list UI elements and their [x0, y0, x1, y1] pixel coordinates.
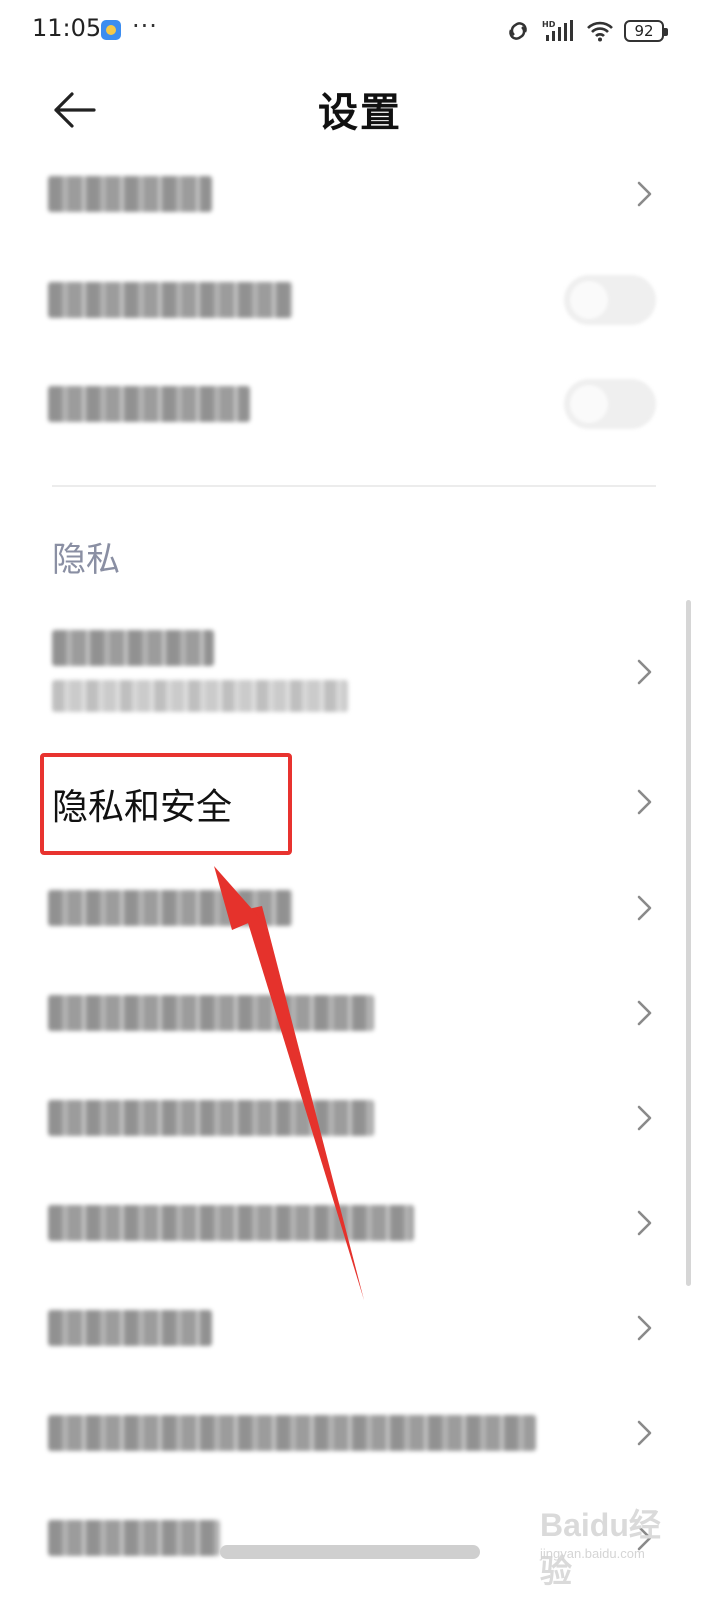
toggle-switch[interactable] — [564, 379, 656, 429]
chevron-right-icon — [637, 1420, 652, 1446]
chevron-right-icon — [637, 1210, 652, 1236]
more-notifications-icon: ··· — [132, 12, 158, 40]
chevron-right-icon — [637, 1105, 652, 1131]
watermark-url: jingyan.baidu.com — [540, 1546, 645, 1561]
wifi-icon — [587, 21, 613, 42]
chevron-right-icon — [637, 789, 652, 815]
chevron-right-icon — [637, 659, 652, 685]
blurred-label — [48, 995, 374, 1031]
blurred-label — [48, 282, 292, 318]
blurred-label — [48, 1100, 374, 1136]
highlight-box — [40, 753, 292, 855]
blurred-label — [48, 386, 250, 422]
settings-row-blurred-6[interactable] — [0, 985, 720, 1041]
chevron-right-icon — [637, 181, 652, 207]
blurred-label — [48, 1520, 220, 1556]
settings-row-blurred-5[interactable] — [0, 880, 720, 936]
scrollbar[interactable] — [686, 600, 691, 1286]
svg-text:HD: HD — [542, 20, 556, 29]
status-bar: 11:05 ··· HD 92 — [0, 0, 720, 62]
section-title-privacy: 隐私 — [52, 540, 120, 580]
settings-row-blurred-2[interactable] — [0, 272, 720, 328]
link-icon — [509, 22, 527, 40]
settings-row-blurred-9[interactable] — [0, 1300, 720, 1356]
home-indicator[interactable] — [220, 1545, 480, 1559]
baidu-watermark: Baidu经验 jingyan.baidu.com — [540, 1500, 690, 1589]
section-divider — [52, 485, 656, 487]
page-title: 设置 — [318, 90, 402, 136]
blurred-label — [48, 176, 212, 212]
settings-row-blurred-4[interactable] — [0, 622, 720, 722]
blurred-label — [48, 1310, 212, 1346]
page-header: 设置 — [0, 62, 720, 158]
settings-row-blurred-7[interactable] — [0, 1090, 720, 1146]
blurred-sublabel — [52, 680, 348, 712]
blurred-label — [48, 890, 292, 926]
chevron-right-icon — [637, 1000, 652, 1026]
settings-row-blurred-1[interactable] — [0, 168, 720, 220]
blurred-label — [48, 1205, 414, 1241]
chevron-right-icon — [637, 1315, 652, 1341]
battery-icon: 92 — [624, 20, 668, 42]
chevron-right-icon — [637, 895, 652, 921]
blurred-label — [52, 630, 214, 666]
app-notification-icon — [101, 20, 121, 40]
blurred-label — [48, 1415, 536, 1451]
status-icons: HD 92 — [504, 17, 668, 45]
toggle-switch[interactable] — [564, 275, 656, 325]
settings-row-blurred-3[interactable] — [0, 376, 720, 432]
settings-row-blurred-10[interactable] — [0, 1405, 720, 1461]
status-time: 11:05 — [32, 14, 102, 42]
hd-signal-icon: HD — [542, 20, 573, 41]
settings-row-blurred-8[interactable] — [0, 1195, 720, 1251]
